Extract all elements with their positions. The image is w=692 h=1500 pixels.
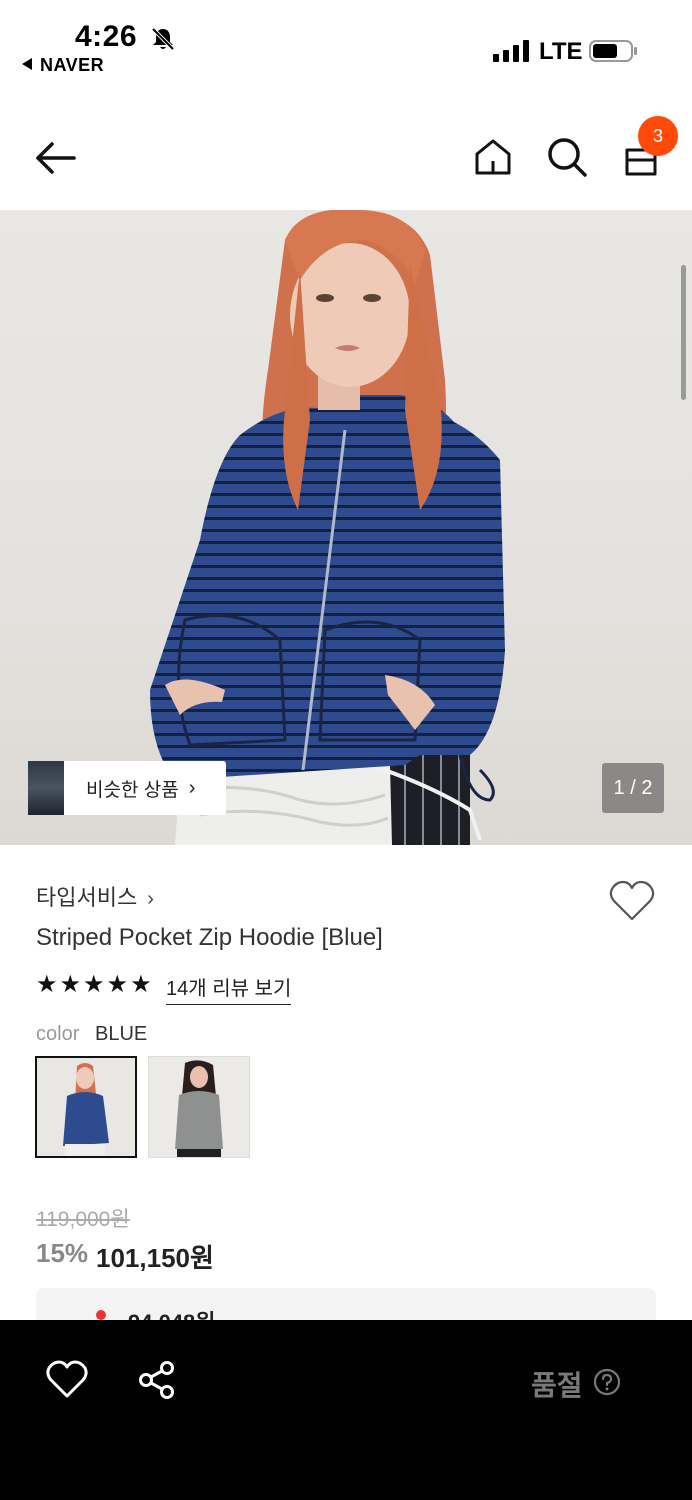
brand-link[interactable]: 타입서비스 › — [36, 880, 154, 912]
color-value: BLUE — [95, 1023, 148, 1045]
original-price: 119,000원 — [36, 1208, 130, 1231]
sale-price: 101,150원 — [96, 1243, 214, 1273]
share-icon[interactable] — [137, 1360, 177, 1400]
discount-rate: 15% — [36, 1238, 89, 1268]
home-icon[interactable] — [472, 136, 514, 178]
benefit-price-box[interactable]: 94,048원 — [36, 1288, 656, 1320]
similar-products-button[interactable]: 비슷한 상품 › — [28, 761, 226, 815]
color-swatch-blue[interactable] — [35, 1056, 137, 1158]
bottom-action-bar: 품절 — [0, 1320, 692, 1500]
cellular-signal-icon — [493, 40, 529, 62]
chevron-right-icon: › — [188, 776, 196, 799]
image-page-counter: 1 / 2 — [602, 763, 664, 813]
benefit-price: 94,048원 — [128, 1305, 216, 1320]
swatch-blue-image — [37, 1058, 135, 1156]
product-image-gallery[interactable]: 비슷한 상품 › 1 / 2 — [0, 210, 692, 845]
color-label: color — [36, 1023, 80, 1045]
help-icon[interactable] — [593, 1368, 621, 1396]
star-icon: ★ — [83, 971, 105, 998]
network-label: LTE — [539, 38, 583, 65]
similar-product-thumbnail — [28, 761, 64, 815]
star-icon: ★ — [106, 971, 129, 998]
status-bar: 4:26 NAVER LTE — [0, 0, 692, 90]
battery-icon — [589, 40, 637, 62]
color-swatch-gray[interactable] — [148, 1056, 250, 1158]
bell-muted-icon — [151, 27, 175, 51]
soldout-label: 품절 — [531, 1370, 583, 1401]
back-app-label: NAVER — [40, 55, 105, 75]
arrow-left-icon[interactable] — [34, 136, 78, 180]
rating-stars: ★ ★ ★ ★ ★ — [36, 971, 152, 999]
back-to-app-button[interactable]: NAVER — [22, 55, 104, 76]
top-nav — [0, 110, 692, 206]
back-triangle-icon — [22, 58, 32, 71]
search-icon[interactable] — [546, 136, 588, 178]
review-link[interactable]: 14개 리뷰 보기 — [166, 972, 292, 1005]
star-icon: ★ — [130, 971, 152, 998]
star-icon: ★ — [59, 971, 82, 998]
swatch-gray-image — [149, 1057, 249, 1157]
product-photo — [150, 210, 505, 845]
benefit-dot-icon — [96, 1310, 106, 1320]
heart-icon[interactable] — [609, 880, 655, 922]
similar-products-label: 비슷한 상품 — [86, 779, 179, 801]
brand-name: 타입서비스 — [36, 885, 138, 910]
star-icon: ★ — [36, 971, 58, 998]
cart-count-badge: 3 — [638, 116, 678, 156]
chevron-right-icon: › — [147, 888, 154, 910]
heart-icon[interactable] — [46, 1360, 88, 1400]
image-scroll-indicator — [681, 265, 686, 400]
status-time: 4:26 — [75, 20, 138, 53]
product-title: Striped Pocket Zip Hoodie [Blue] — [36, 924, 383, 951]
